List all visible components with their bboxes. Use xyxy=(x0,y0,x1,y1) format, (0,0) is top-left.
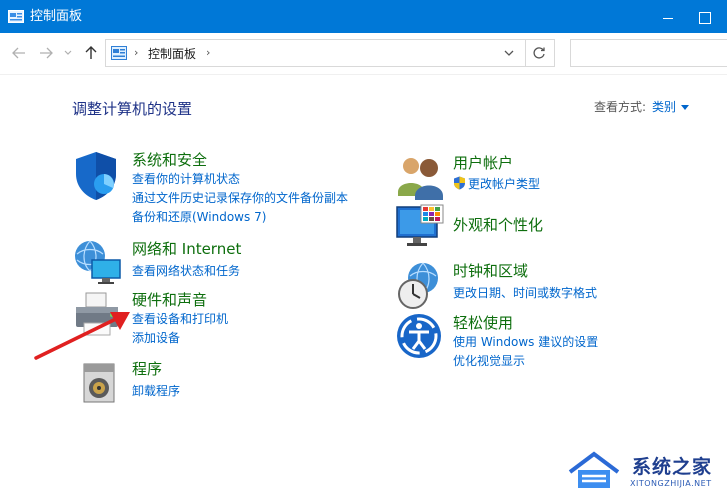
view-by-label: 查看方式: xyxy=(594,100,647,114)
change-date-time-link[interactable]: 更改日期、时间或数字格式 xyxy=(453,284,597,301)
category-programs: 程序 卸载程序 xyxy=(72,358,372,408)
address-bar[interactable]: › 控制面板 › xyxy=(105,39,555,67)
network-globe-icon[interactable] xyxy=(72,238,124,290)
maximize-button[interactable] xyxy=(690,6,718,28)
category-ease-of-access: 轻松使用 使用 Windows 建议的设置 优化视觉显示 xyxy=(395,312,715,369)
view-by-dropdown[interactable]: 类别 xyxy=(652,100,676,114)
monitor-personalization-icon[interactable] xyxy=(395,203,447,255)
control-panel-icon xyxy=(111,46,127,60)
category-user-accounts: 用户帐户 更改帐户类型 xyxy=(395,152,695,200)
uac-shield-icon xyxy=(454,176,465,190)
view-computer-status-link[interactable]: 查看你的计算机状态 xyxy=(132,170,240,187)
breadcrumb-control-panel[interactable]: 控制面板 xyxy=(148,45,196,62)
window-title: 控制面板 xyxy=(30,9,83,24)
annotation-arrow-icon xyxy=(34,312,130,360)
house-logo-icon xyxy=(568,451,620,488)
clock-globe-icon[interactable] xyxy=(395,260,447,312)
category-appearance: 外观和个性化 xyxy=(395,203,695,253)
minimize-button[interactable] xyxy=(654,6,682,28)
clock-region-heading[interactable]: 时钟和区域 xyxy=(453,260,528,281)
category-clock-region: 时钟和区域 更改日期、时间或数字格式 xyxy=(395,260,715,310)
watermark-name: 系统之家 xyxy=(632,456,713,478)
refresh-icon[interactable] xyxy=(531,45,547,61)
programs-icon[interactable] xyxy=(72,358,124,410)
address-divider xyxy=(525,40,526,66)
watermark-url: XITONGZHIJIA.NET xyxy=(630,479,712,488)
breadcrumb-separator[interactable]: › xyxy=(206,46,210,59)
file-history-link[interactable]: 通过文件历史记录保存你的文件备份副本 xyxy=(132,189,348,206)
title-bar: 控制面板 xyxy=(0,0,727,33)
breadcrumb-separator: › xyxy=(134,46,139,59)
category-network: 网络和 Internet 查看网络状态和任务 xyxy=(72,238,372,284)
ease-of-access-heading[interactable]: 轻松使用 xyxy=(453,312,513,333)
change-account-type-link[interactable]: 更改帐户类型 xyxy=(468,175,540,192)
back-arrow-icon xyxy=(12,47,25,59)
control-panel-icon xyxy=(8,10,24,23)
shield-icon[interactable] xyxy=(72,150,124,202)
devices-printers-link[interactable]: 查看设备和打印机 xyxy=(132,310,228,327)
appearance-heading[interactable]: 外观和个性化 xyxy=(453,214,543,235)
chevron-down-icon[interactable] xyxy=(502,47,516,59)
chevron-down-icon[interactable] xyxy=(681,105,690,110)
system-security-heading[interactable]: 系统和安全 xyxy=(132,149,207,170)
uninstall-program-link[interactable]: 卸载程序 xyxy=(132,382,180,399)
network-heading[interactable]: 网络和 Internet xyxy=(132,238,241,259)
back-button[interactable] xyxy=(10,44,28,62)
navigation-bar: › 控制面板 › xyxy=(0,33,727,75)
recent-locations-button[interactable] xyxy=(62,44,74,62)
forward-arrow-icon xyxy=(40,47,53,59)
category-system-security: 系统和安全 查看你的计算机状态 通过文件历史记录保存你的文件备份副本 备份和还原… xyxy=(72,150,372,230)
search-input[interactable] xyxy=(570,39,727,67)
watermark: 系统之家 XITONGZHIJIA.NET xyxy=(562,446,727,498)
users-icon[interactable] xyxy=(395,152,447,204)
recommended-settings-link[interactable]: 使用 Windows 建议的设置 xyxy=(453,333,598,350)
optimize-visual-display-link[interactable]: 优化视觉显示 xyxy=(453,352,525,369)
up-arrow-icon xyxy=(85,46,97,59)
hardware-sound-heading[interactable]: 硬件和声音 xyxy=(132,289,207,310)
chevron-down-icon xyxy=(64,50,72,55)
backup-restore-link[interactable]: 备份和还原(Windows 7) xyxy=(132,208,266,225)
forward-button[interactable] xyxy=(37,44,55,62)
ease-of-access-icon[interactable] xyxy=(395,312,447,364)
user-accounts-heading[interactable]: 用户帐户 xyxy=(453,152,513,173)
network-status-link[interactable]: 查看网络状态和任务 xyxy=(132,262,240,279)
page-title: 调整计算机的设置 xyxy=(72,100,193,118)
up-button[interactable] xyxy=(82,44,100,62)
view-by: 查看方式: 类别 xyxy=(594,98,690,115)
